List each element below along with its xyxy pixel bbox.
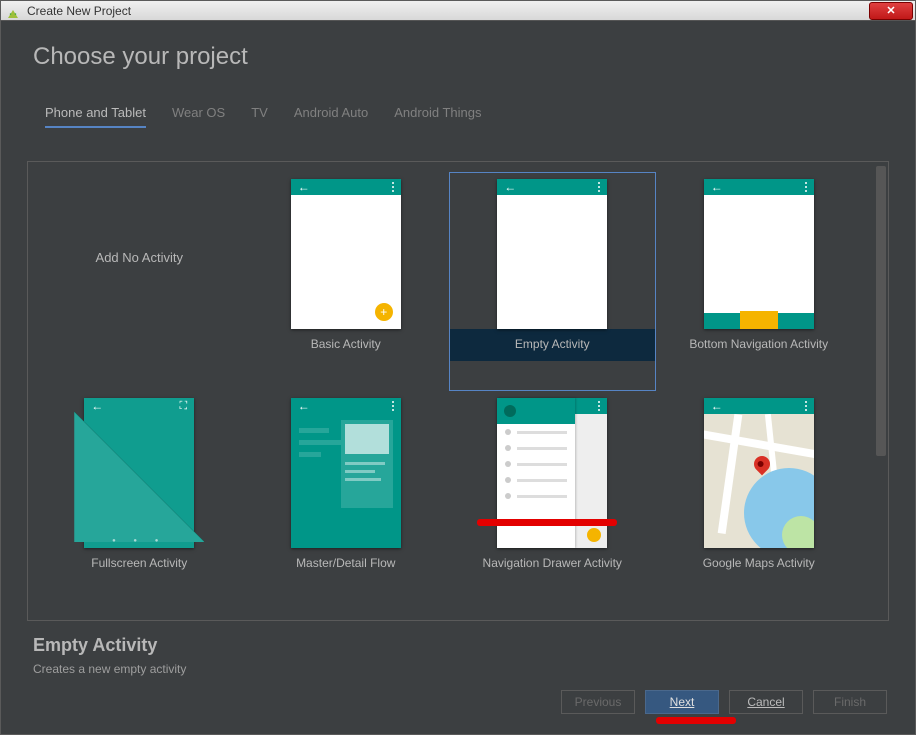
description-text: Creates a new empty activity — [33, 662, 186, 676]
overflow-icon — [805, 401, 807, 411]
fab-icon: + — [375, 303, 393, 321]
template-thumbnail: ←⛶ ● ● ● — [84, 398, 194, 548]
cancel-button[interactable]: Cancel — [729, 690, 803, 714]
scrollbar-thumb[interactable] — [876, 166, 886, 456]
page-title: Choose your project — [7, 21, 909, 71]
template-thumbnail: ← — [704, 179, 814, 329]
back-arrow-icon: ← — [298, 400, 310, 412]
template-label: Google Maps Activity — [703, 556, 815, 570]
template-empty-activity[interactable]: ← Empty Activity — [449, 172, 656, 391]
template-label: Fullscreen Activity — [91, 556, 187, 570]
description-title: Empty Activity — [33, 635, 186, 656]
overflow-icon — [392, 182, 394, 192]
overflow-icon — [392, 401, 394, 411]
template-label: Empty Activity — [515, 337, 590, 351]
tab-phone-tablet[interactable]: Phone and Tablet — [45, 105, 146, 128]
close-button[interactable]: ✕ — [869, 2, 913, 20]
tab-wear-os[interactable]: Wear OS — [172, 105, 225, 128]
tab-android-auto[interactable]: Android Auto — [294, 105, 368, 128]
android-studio-icon — [5, 6, 21, 16]
tab-tv[interactable]: TV — [251, 105, 268, 128]
back-arrow-icon: ← — [711, 181, 723, 193]
annotation-underline — [477, 519, 617, 526]
finish-button: Finish — [813, 690, 887, 714]
template-label: Basic Activity — [311, 337, 381, 351]
window-title: Create New Project — [27, 4, 131, 18]
template-label: Add No Activity — [37, 179, 242, 335]
close-icon: ✕ — [886, 4, 895, 17]
form-factor-tabs: Phone and Tablet Wear OS TV Android Auto… — [45, 105, 909, 128]
template-label: Master/Detail Flow — [296, 556, 395, 570]
template-grid: Add No Activity ← + Basic Activity ← Emp… — [28, 162, 870, 620]
template-thumbnail: ← — [497, 179, 607, 329]
template-master-detail-flow[interactable]: ← Master/Detail Flow — [243, 391, 450, 610]
fab-icon — [587, 528, 601, 542]
overflow-icon — [598, 401, 600, 411]
previous-button: Previous — [561, 690, 635, 714]
tab-android-things[interactable]: Android Things — [394, 105, 481, 128]
overflow-icon — [598, 182, 600, 192]
template-label: Bottom Navigation Activity — [689, 337, 828, 351]
template-google-maps-activity[interactable]: ← Google Maps Activity — [656, 391, 863, 610]
template-add-no-activity[interactable]: Add No Activity — [36, 172, 243, 391]
overflow-icon — [805, 182, 807, 192]
dialog-body: Choose your project Phone and Tablet Wea… — [7, 21, 909, 728]
template-bottom-navigation-activity[interactable]: ← Bottom Navigation Activity — [656, 172, 863, 391]
template-thumbnail: ← + — [291, 179, 401, 329]
template-fullscreen-activity[interactable]: ←⛶ ● ● ● Fullscreen Activity — [36, 391, 243, 610]
back-arrow-icon: ← — [711, 400, 723, 412]
template-thumbnail: ← — [704, 398, 814, 548]
template-navigation-drawer-activity[interactable]: Navigation Drawer Activity — [449, 391, 656, 610]
template-thumbnail: ← — [291, 398, 401, 548]
template-label: Navigation Drawer Activity — [483, 556, 622, 570]
template-panel: Add No Activity ← + Basic Activity ← Emp… — [27, 161, 889, 621]
back-arrow-icon: ← — [91, 399, 103, 413]
template-description: Empty Activity Creates a new empty activ… — [33, 635, 186, 676]
next-button[interactable]: Next — [645, 690, 719, 714]
dialog-window: Create New Project ✕ Choose your project… — [0, 0, 916, 735]
wizard-buttons: Previous Next Cancel Finish — [561, 690, 887, 714]
back-arrow-icon: ← — [298, 181, 310, 193]
scrollbar-track[interactable] — [876, 164, 886, 618]
title-bar[interactable]: Create New Project ✕ — [1, 1, 915, 21]
fullscreen-icon: ⛶ — [180, 400, 188, 413]
template-basic-activity[interactable]: ← + Basic Activity — [243, 172, 450, 391]
back-arrow-icon: ← — [504, 181, 516, 193]
annotation-underline — [656, 717, 736, 724]
